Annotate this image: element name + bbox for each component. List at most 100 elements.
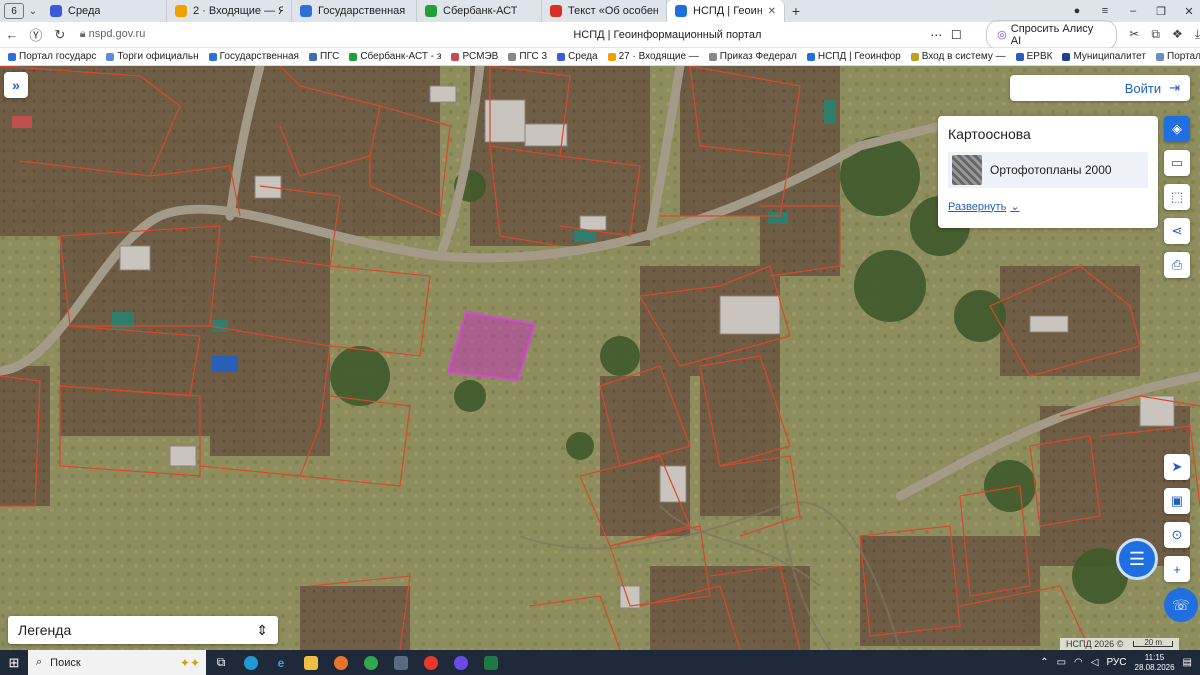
wifi-icon[interactable]: ◠: [1074, 657, 1083, 668]
tools-icon[interactable]: ✂: [1129, 27, 1139, 42]
chat-icon[interactable]: ☰: [1116, 538, 1158, 580]
bookmark-item[interactable]: ПГС 3: [508, 51, 547, 62]
browser-tab[interactable]: Сбербанк-АСТ: [417, 0, 542, 22]
bookmark-label: Приказ Федерал: [719, 51, 797, 62]
bookmark-favicon-icon: [1156, 52, 1164, 61]
bookmark-item[interactable]: ЕРВК: [1015, 51, 1052, 62]
ask-alice-button[interactable]: ◎ Спросить Алису AI: [986, 19, 1118, 50]
bookmark-favicon-icon: [208, 52, 217, 61]
bookmark-label: ПГС 3: [519, 51, 548, 62]
browser-tab[interactable]: 2 · Входящие — Яндекс П: [167, 0, 292, 22]
chrome-icon[interactable]: [356, 650, 386, 675]
ask-alice-label: Спросить Алису AI: [1010, 22, 1094, 47]
firefox-icon[interactable]: [326, 650, 356, 675]
login-button[interactable]: Войти ⇥: [1010, 75, 1190, 101]
menu-icon[interactable]: ≡: [1098, 5, 1112, 17]
tray-chevron-icon[interactable]: ⌃: [1040, 657, 1048, 668]
bookmark-item[interactable]: Торги официальн: [106, 51, 199, 62]
search-icon: ⌕: [36, 656, 43, 668]
ie-icon[interactable]: e: [266, 650, 296, 675]
bookmark-item[interactable]: Государственная: [208, 51, 299, 62]
task-view-icon[interactable]: ⧉: [206, 650, 236, 675]
legend-label: Легенда: [18, 622, 72, 638]
basemap-layer-item[interactable]: Ортофотопланы 2000: [948, 152, 1148, 188]
minimize-icon[interactable]: –: [1126, 5, 1140, 17]
bookmark-icon[interactable]: ☐: [946, 28, 966, 42]
bookmark-item[interactable]: Вход в систему —: [910, 51, 1006, 62]
tab-label: Государственная инфор: [318, 5, 408, 17]
windows-start-icon[interactable]: ⊞: [0, 650, 28, 675]
tab-favicon-icon: [550, 5, 562, 17]
edge-icon[interactable]: [236, 650, 266, 675]
bookmark-item[interactable]: ПГС: [308, 51, 339, 62]
alice-app-icon[interactable]: [446, 650, 476, 675]
profile-icon[interactable]: ●: [1070, 5, 1084, 17]
bookmark-favicon-icon: [1015, 52, 1024, 61]
ruler-icon[interactable]: ▭: [1164, 150, 1190, 176]
expand-sidebar-button[interactable]: »: [4, 72, 28, 98]
browser-tab[interactable]: Государственная инфор: [292, 0, 417, 22]
bookmark-item[interactable]: 27 · Входящие —: [607, 51, 699, 62]
bookmark-item[interactable]: Портал государс: [8, 51, 96, 62]
bookmark-item[interactable]: Среда: [557, 51, 598, 62]
minimap-icon[interactable]: ▣: [1164, 488, 1190, 514]
bookmark-item[interactable]: НСПД | Геоинфор: [806, 51, 901, 62]
taskbar-search[interactable]: ⌕ Поиск ✦✦: [28, 650, 206, 675]
camera-icon[interactable]: [386, 650, 416, 675]
scale-bar: 20 m: [1133, 639, 1174, 647]
bookmark-favicon-icon: [708, 52, 717, 61]
yandex-logo-icon[interactable]: Ⓨ: [24, 25, 48, 44]
browser-tab[interactable]: Текст «Об особенностях: [542, 0, 667, 22]
select-area-icon[interactable]: ⬚: [1164, 184, 1190, 210]
tab-count-badge[interactable]: 6: [4, 3, 24, 19]
extensions-icon[interactable]: ⧉: [1151, 27, 1160, 42]
print-icon[interactable]: ⎙: [1164, 252, 1190, 278]
zoom-in-icon[interactable]: +: [1164, 556, 1190, 582]
tab-favicon-icon: [175, 5, 187, 17]
file-explorer-icon[interactable]: [296, 650, 326, 675]
expand-basemap-label: Развернуть: [948, 200, 1007, 213]
collections-icon[interactable]: ❖: [1172, 27, 1183, 42]
browser-tab[interactable]: Среда: [42, 0, 167, 22]
basemap-panel: Картооснова Ортофотопланы 2000 Развернут…: [938, 116, 1158, 228]
downloads-icon[interactable]: ⤓: [1195, 27, 1200, 42]
close-window-icon[interactable]: ✕: [1182, 5, 1196, 18]
back-icon[interactable]: ←: [0, 27, 24, 42]
share-icon[interactable]: ⋖: [1164, 218, 1190, 244]
new-tab-button[interactable]: +: [785, 3, 807, 19]
browser-tab[interactable]: НСПД | Геоинформаци ✕: [667, 0, 785, 22]
legend-dropdown[interactable]: Легенда ⇕: [8, 616, 278, 644]
volume-icon[interactable]: ◁: [1091, 657, 1099, 668]
locate-icon[interactable]: ➤: [1164, 454, 1190, 480]
page-menu-icon[interactable]: ⋯: [926, 28, 946, 42]
yandex-browser-icon[interactable]: [416, 650, 446, 675]
close-tab-icon[interactable]: ✕: [768, 6, 776, 17]
map-canvas[interactable]: » Войти ⇥ Картооснова Ортофотопланы 2000…: [0, 66, 1200, 650]
tab-label: НСПД | Геоинформаци: [693, 5, 762, 17]
excel-icon[interactable]: [476, 650, 506, 675]
layers-icon[interactable]: ◈: [1164, 116, 1190, 142]
bookmark-label: Портал закупок: [1167, 51, 1200, 62]
bookmark-item[interactable]: Муниципалитет: [1062, 51, 1146, 62]
bookmark-favicon-icon: [349, 52, 358, 61]
notifications-icon[interactable]: ▤: [1183, 657, 1192, 668]
url-field[interactable]: 🔒︎ nspd.gov.ru: [80, 28, 409, 41]
network-icon[interactable]: ▭: [1057, 657, 1066, 668]
page-title: НСПД | Геоинформационный портал: [573, 28, 762, 41]
support-icon[interactable]: ☏: [1164, 588, 1198, 622]
maximize-icon[interactable]: ❐: [1154, 5, 1168, 18]
expand-basemap-link[interactable]: Развернуть ⌄: [948, 200, 1148, 214]
search-location-icon[interactable]: ⊙: [1164, 522, 1190, 548]
windows-taskbar: ⊞ ⌕ Поиск ✦✦ ⧉ e ⌃ ▭ ◠ ◁ РУС 11:15 28.08…: [0, 650, 1200, 675]
clock-date: 28.08.2026: [1134, 662, 1175, 672]
clock[interactable]: 11:15 28.08.2026: [1135, 653, 1175, 673]
bookmark-item[interactable]: РСМЭВ: [451, 51, 498, 62]
bookmark-item[interactable]: Портал закупок: [1156, 51, 1200, 62]
tab-list-chevron-icon[interactable]: ⌄: [24, 6, 42, 17]
language-indicator[interactable]: РУС: [1106, 657, 1126, 668]
reload-icon[interactable]: ↻: [48, 27, 72, 43]
search-highlight-icon: ✦✦: [179, 655, 200, 670]
bookmark-item[interactable]: Приказ Федерал: [708, 51, 797, 62]
bookmark-item[interactable]: Сбербанк-АСТ - з: [349, 51, 441, 62]
bookmark-favicon-icon: [308, 52, 317, 61]
